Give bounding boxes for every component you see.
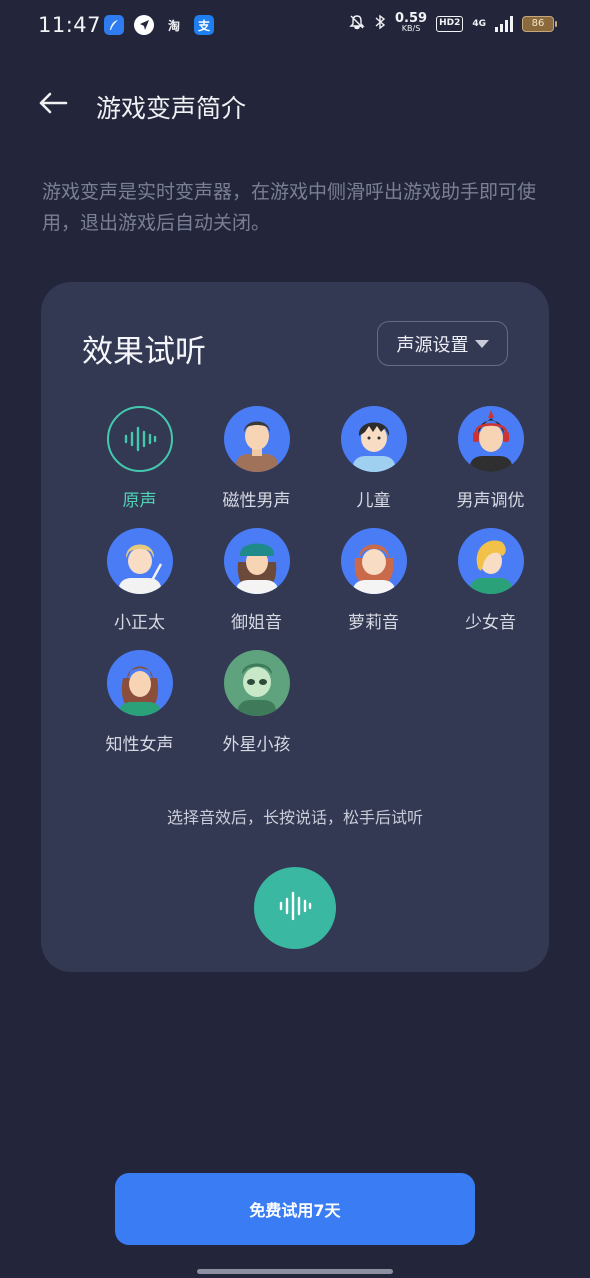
home-indicator[interactable] [197, 1269, 393, 1274]
back-arrow-icon [38, 91, 68, 119]
back-button[interactable] [32, 84, 74, 126]
navigation-icon [134, 15, 154, 35]
source-settings-label: 声源设置 [396, 334, 469, 356]
mute-bell-icon [349, 14, 365, 34]
child-avatar [340, 406, 407, 472]
card-title: 效果试听 [82, 334, 206, 370]
effect-preview-card: 效果试听 声源设置 原声 磁性男声 儿童 男声调优 小正太 御姐音 萝莉音 少女… [41, 282, 549, 972]
voice-grid: 原声 磁性男声 儿童 男声调优 小正太 御姐音 萝莉音 少女音 知性女声 外星小… [81, 406, 549, 755]
waveform-icon [106, 406, 173, 472]
alipay-icon: 支 [194, 15, 214, 35]
intellectual-woman-avatar [106, 650, 173, 716]
alien-kid-avatar [223, 650, 290, 716]
status-time: 11:47 [38, 13, 102, 37]
voice-label: 小正太 [114, 613, 165, 633]
voice-label: 御姐音 [231, 613, 282, 633]
hd-badge: HD2 [436, 16, 464, 32]
description-text: 游戏变声是实时变声器，在游戏中侧滑呼出游戏助手即可使用，退出游戏后自动关闭。 [42, 181, 537, 234]
voice-label: 少女音 [465, 613, 516, 633]
feather-icon [104, 15, 124, 35]
voice-label: 知性女声 [105, 735, 174, 755]
little-girl-avatar [340, 528, 407, 594]
voice-label: 外星小孩 [222, 735, 291, 755]
voice-intellectual-woman[interactable]: 知性女声 [81, 650, 198, 755]
voice-magnetic-male[interactable]: 磁性男声 [198, 406, 315, 511]
page-title: 游戏变声简介 [96, 94, 247, 123]
voice-original[interactable]: 原声 [81, 406, 198, 511]
waveform-icon [278, 889, 312, 927]
male-tuned-avatar [457, 406, 524, 472]
voice-label: 儿童 [356, 491, 391, 511]
battery-icon: 86 [522, 16, 557, 32]
voice-young-boy[interactable]: 小正太 [81, 528, 198, 633]
status-indicators: 0.59 KB/S HD2 4G 86 [349, 11, 557, 34]
free-trial-button[interactable]: 免费试用7天 [115, 1173, 475, 1245]
voice-alien-kid[interactable]: 外星小孩 [198, 650, 315, 755]
bluetooth-icon [374, 14, 386, 34]
young-girl-avatar [457, 528, 524, 594]
usage-hint: 选择音效后，长按说话，松手后试听 [166, 808, 423, 827]
signal-icon [495, 16, 513, 32]
mature-woman-avatar [223, 528, 290, 594]
voice-male-tuned[interactable]: 男声调优 [432, 406, 549, 511]
notification-icons: 淘 支 [104, 15, 214, 35]
dropdown-triangle-icon [474, 339, 489, 348]
young-boy-avatar [106, 528, 173, 594]
network-type: 4G [472, 19, 486, 29]
source-settings-button[interactable]: 声源设置 [377, 321, 508, 366]
voice-little-girl[interactable]: 萝莉音 [315, 528, 432, 633]
magnetic-male-avatar [223, 406, 290, 472]
record-button[interactable] [254, 867, 336, 949]
voice-young-girl[interactable]: 少女音 [432, 528, 549, 633]
voice-mature-woman[interactable]: 御姐音 [198, 528, 315, 633]
network-speed: 0.59 KB/S [395, 11, 428, 33]
status-bar: 11:47 淘 支 0.59 KB/S HD2 4G 86 [0, 0, 590, 52]
taobao-icon: 淘 [167, 18, 180, 33]
voice-label: 萝莉音 [348, 613, 399, 633]
voice-label: 男声调优 [456, 491, 525, 511]
voice-label: 磁性男声 [222, 491, 291, 511]
voice-label: 原声 [122, 491, 157, 511]
voice-child[interactable]: 儿童 [315, 406, 432, 511]
